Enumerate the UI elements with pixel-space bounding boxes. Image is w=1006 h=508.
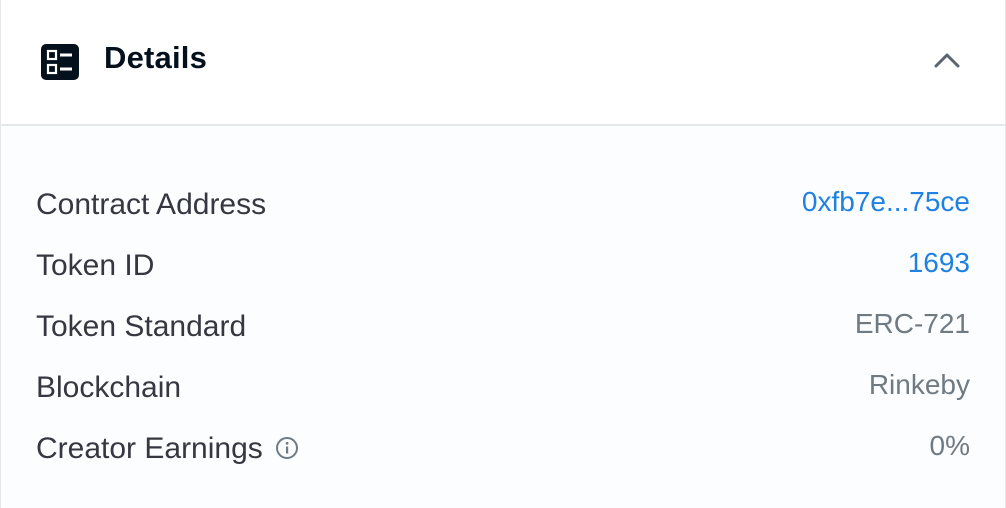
details-header[interactable]: Details <box>1 0 1005 126</box>
details-body: Contract Address 0xfb7e...75ce Token ID … <box>1 126 1005 508</box>
creator-earnings-label-group: Creator Earnings <box>36 432 299 466</box>
detail-label: Contract Address <box>36 188 267 221</box>
contract-address-link[interactable]: 0xfb7e...75ce <box>802 186 970 218</box>
detail-row-blockchain: Blockchain Rinkeby <box>36 369 970 415</box>
detail-row-creator-earnings: Creator Earnings 0% <box>36 430 970 476</box>
detail-label: Token Standard <box>36 310 247 343</box>
info-circle-icon[interactable] <box>275 436 299 460</box>
creator-earnings-value: 0% <box>929 430 970 461</box>
blockchain-value: Rinkeby <box>868 369 970 400</box>
detail-row-contract-address: Contract Address 0xfb7e...75ce <box>36 186 970 232</box>
detail-label: Creator Earnings <box>36 432 263 465</box>
details-title: Details <box>104 40 208 75</box>
detail-row-token-id: Token ID 1693 <box>36 247 970 293</box>
token-id-link[interactable]: 1693 <box>908 247 970 279</box>
token-standard-value: ERC-721 <box>854 308 970 339</box>
detail-label: Token ID <box>36 249 155 282</box>
details-panel: Details Contract Address 0xfb7e...75ce T… <box>0 0 1006 508</box>
chevron-up-icon[interactable] <box>933 50 961 70</box>
details-grid-icon <box>41 44 79 80</box>
detail-row-token-standard: Token Standard ERC-721 <box>36 308 970 354</box>
detail-label: Blockchain <box>36 371 182 404</box>
